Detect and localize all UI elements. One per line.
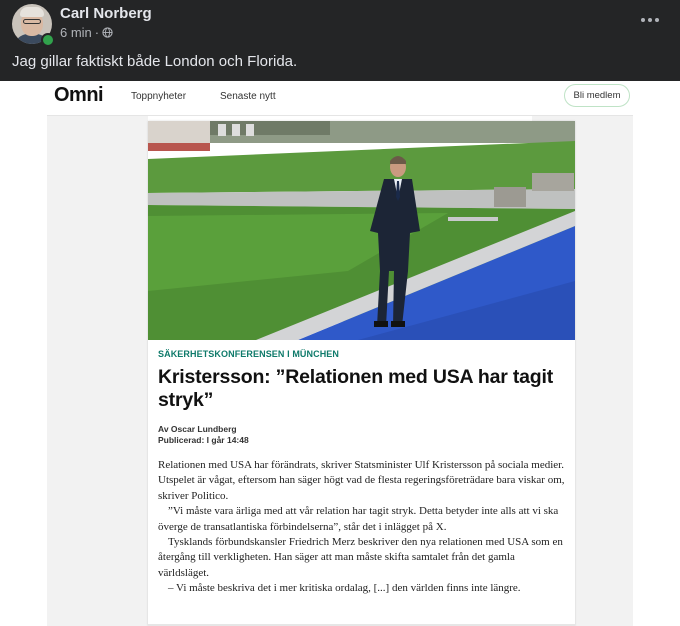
omni-navbar: Omni Toppnyheter Senaste nytt Bli medlem xyxy=(47,81,633,116)
article-author: Av Oscar Lundberg xyxy=(158,424,237,434)
online-status-dot xyxy=(41,33,55,47)
author-name[interactable]: Carl Norberg xyxy=(60,5,152,22)
article-published: Publicerad: I går 14:48 xyxy=(158,435,249,445)
globe-icon[interactable] xyxy=(102,27,113,38)
article-hero-photo xyxy=(148,121,575,340)
author-avatar[interactable] xyxy=(12,4,55,47)
post-time[interactable]: 6 min xyxy=(60,25,92,40)
article-card: SÄKERHETSKONFERENSEN I MÜNCHEN Kristerss… xyxy=(148,121,575,626)
article-byline: Av Oscar Lundberg Publicerad: I går 14:4… xyxy=(158,424,565,446)
post-meta: 6 min · xyxy=(60,25,113,40)
more-horizontal-icon[interactable] xyxy=(636,8,664,32)
post-header: Carl Norberg 6 min · Jag gillar faktiskt… xyxy=(0,0,680,81)
article-kicker: SÄKERHETSKONFERENSEN I MÜNCHEN xyxy=(158,349,340,359)
article-paragraph: – Vi måste beskriva det i mer kritiska o… xyxy=(168,582,521,595)
become-member-button: Bli medlem xyxy=(564,84,630,107)
omni-logo: Omni xyxy=(54,84,104,106)
nav-latest-news: Senaste nytt xyxy=(220,91,276,102)
article-paragraph: Tysklands förbundskansler Friedrich Merz… xyxy=(158,536,563,579)
article-paragraph: ”Vi måste vara ärliga med att vår relati… xyxy=(158,505,559,533)
page-margin-left xyxy=(47,116,148,626)
article-paragraph: Relationen med USA har förändrats, skriv… xyxy=(158,459,565,502)
nav-top-news: Toppnyheter xyxy=(131,91,187,102)
article-headline: Kristersson: ”Relationen med USA har tag… xyxy=(158,366,554,411)
article-text: Relationen med USA har förändrats, skriv… xyxy=(158,458,565,597)
meta-separator: · xyxy=(94,25,100,40)
article-body: SÄKERHETSKONFERENSEN I MÜNCHEN Kristerss… xyxy=(158,349,565,597)
shared-screenshot[interactable]: Omni Toppnyheter Senaste nytt Bli medlem xyxy=(0,81,680,626)
post-text: Jag gillar faktiskt både London och Flor… xyxy=(12,53,298,70)
